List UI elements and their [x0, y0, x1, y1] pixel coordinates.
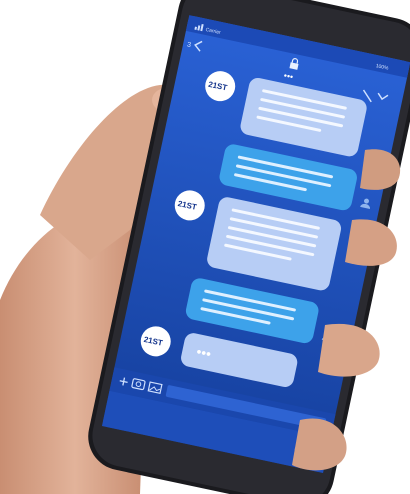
photo-scene: Carrier 100% 3 ••• 21ST 21ST 21ST •••: [0, 0, 410, 494]
hand-holding-phone: Carrier 100% 3 ••• 21ST21ST21ST•••: [0, 0, 410, 494]
